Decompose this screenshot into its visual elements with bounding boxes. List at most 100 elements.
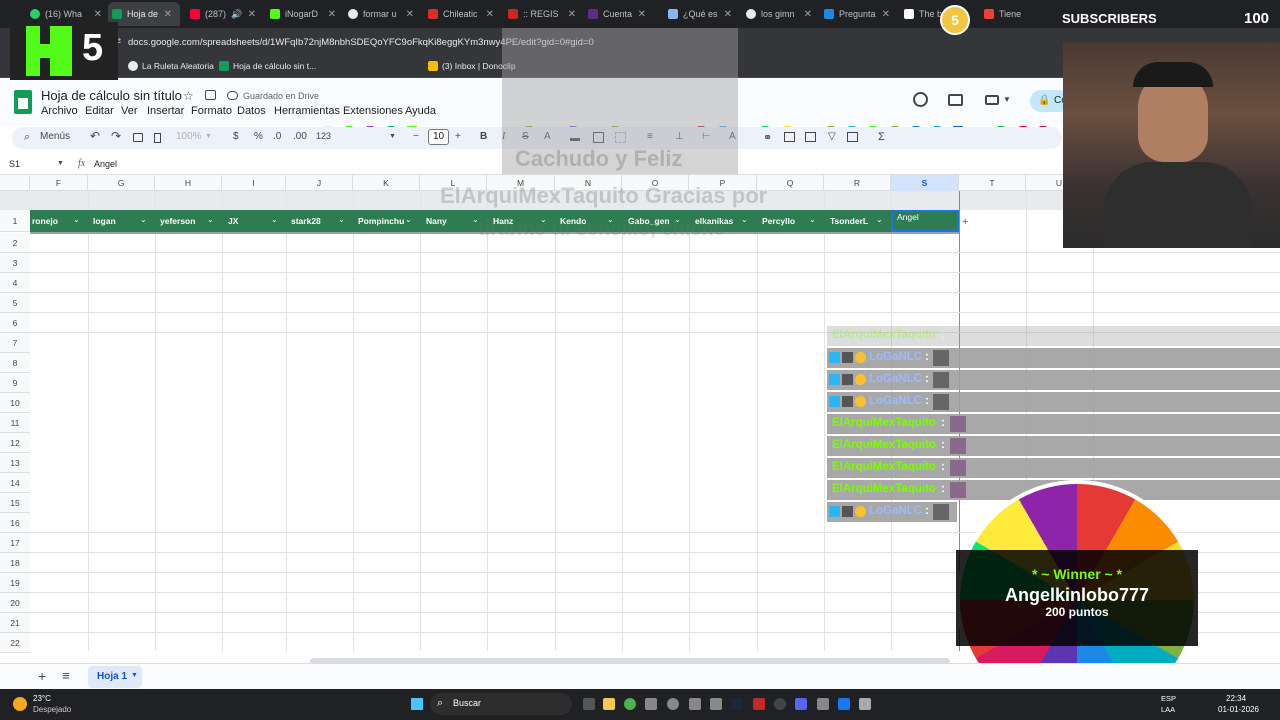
browser-tab[interactable]: :: REGIS ✕ — [508, 4, 580, 24]
close-icon[interactable]: ✕ — [406, 9, 418, 20]
comments-icon[interactable] — [948, 94, 963, 106]
select-all-corner[interactable] — [0, 175, 30, 191]
app-icon[interactable] — [859, 698, 871, 710]
obs-icon[interactable] — [774, 698, 786, 710]
font-size-decrease-button[interactable]: − — [413, 131, 419, 142]
row-header[interactable]: 21 — [0, 613, 30, 633]
row-header[interactable]: 10 — [0, 393, 30, 413]
row-header[interactable]: 11 — [0, 413, 30, 433]
chevron-down-icon[interactable]: ⌄ — [338, 215, 345, 224]
column-header-f[interactable]: F — [30, 175, 88, 191]
browser-tab[interactable]: ¿Qué es ✕ — [668, 4, 736, 24]
menus-search[interactable]: Menús — [40, 131, 70, 142]
increase-decimal-button[interactable]: .00 — [293, 131, 307, 142]
header-cell[interactable]: ronejo — [32, 211, 58, 231]
formula-input[interactable]: Angel — [94, 159, 117, 169]
zoom-select[interactable]: 100% — [176, 131, 202, 142]
move-folder-icon[interactable] — [205, 90, 216, 100]
header-cell[interactable]: TsonderL — [830, 211, 868, 231]
paint-format-icon[interactable] — [154, 133, 161, 143]
close-icon[interactable]: ✕ — [164, 9, 176, 20]
row-header[interactable]: 20 — [0, 593, 30, 613]
filter-views-icon[interactable] — [847, 132, 858, 142]
row-header[interactable]: 4 — [0, 273, 30, 293]
document-title[interactable]: Hoja de cálculo sin título — [41, 88, 182, 103]
task-view-icon[interactable] — [583, 698, 595, 710]
comment-icon[interactable] — [784, 132, 795, 142]
all-sheets-icon[interactable]: ≡ — [62, 668, 70, 683]
chevron-down-icon[interactable]: ⌄ — [405, 215, 412, 224]
chevron-down-icon[interactable]: ⌄ — [271, 215, 278, 224]
link-icon[interactable]: ⚭ — [763, 131, 772, 144]
column-header-k[interactable]: K — [353, 175, 420, 191]
name-box[interactable]: S1 — [9, 159, 20, 169]
horizontal-scrollbar[interactable] — [310, 658, 950, 664]
browser-tab[interactable]: Pregunta ✕ — [824, 4, 894, 24]
menu-ayuda[interactable]: Ayuda — [405, 105, 436, 117]
windows-start-icon[interactable] — [411, 698, 423, 710]
sheets-logo-icon[interactable] — [14, 90, 32, 114]
menu-editar[interactable]: Editar — [85, 105, 114, 117]
chevron-down-icon[interactable]: ▼ — [131, 672, 138, 679]
number-format-button[interactable]: 123 — [316, 131, 331, 141]
app-icon[interactable] — [667, 698, 679, 710]
close-icon[interactable]: ✕ — [638, 9, 650, 20]
chevron-down-icon[interactable]: ▼ — [1003, 95, 1011, 104]
decrease-decimal-button[interactable]: .0 — [273, 131, 281, 142]
browser-tab-active[interactable]: Hoja de ✕ — [108, 2, 180, 26]
close-icon[interactable]: ✕ — [804, 9, 816, 20]
chevron-down-icon[interactable]: ⌄ — [140, 215, 147, 224]
row-header[interactable]: 19 — [0, 573, 30, 593]
row-header[interactable]: 9 — [0, 373, 30, 393]
header-cell[interactable]: Pompinchu — [358, 211, 404, 231]
chevron-down-icon[interactable]: ⌄ — [207, 215, 214, 224]
close-icon[interactable]: ✕ — [568, 9, 580, 20]
redo-icon[interactable]: ↷ — [111, 129, 121, 143]
close-icon[interactable]: ✕ — [94, 9, 106, 20]
weather-icon[interactable] — [13, 697, 27, 711]
menu-herramientas[interactable]: Herramientas — [274, 105, 340, 117]
language-indicator[interactable]: ESP — [1161, 694, 1176, 703]
print-icon[interactable] — [133, 133, 143, 142]
row-header[interactable]: 2 — [0, 233, 30, 253]
taskbar-search[interactable]: ⌕ Buscar — [430, 693, 572, 715]
column-header-j[interactable]: J — [286, 175, 353, 191]
menu-datos[interactable]: Datos — [237, 105, 266, 117]
column-header-i[interactable]: I — [222, 175, 286, 191]
row-header[interactable]: 7 — [0, 333, 30, 353]
bold-button[interactable]: B — [480, 131, 487, 142]
menu-extensiones[interactable]: Extensiones — [343, 105, 403, 117]
app-icon[interactable] — [817, 698, 829, 710]
version-history-icon[interactable] — [913, 92, 928, 107]
row-header[interactable]: 1 — [0, 210, 30, 232]
browser-tab[interactable]: (287) 🔊 ✕ — [190, 4, 260, 24]
meet-icon[interactable] — [985, 95, 999, 105]
app-icon[interactable] — [753, 698, 765, 710]
bookmark-sheet[interactable]: Hoja de cálculo sin t... — [219, 61, 316, 71]
steam-icon[interactable] — [731, 698, 743, 710]
undo-icon[interactable]: ↶ — [90, 129, 100, 143]
menu-insertar[interactable]: Insertar — [147, 105, 184, 117]
header-cell[interactable]: stark28 — [291, 211, 321, 231]
row-header[interactable]: 22 — [0, 633, 30, 653]
menu-ver[interactable]: Ver — [121, 105, 138, 117]
row-header[interactable]: 16 — [0, 513, 30, 533]
row-header[interactable]: 13 — [0, 453, 30, 473]
close-icon[interactable]: ✕ — [486, 9, 498, 20]
row-header[interactable]: 18 — [0, 553, 30, 573]
facebook-icon[interactable] — [838, 698, 850, 710]
chevron-down-icon[interactable]: ⌄ — [876, 215, 883, 224]
browser-tab[interactable]: Tiene — [984, 4, 1048, 24]
close-icon[interactable]: ✕ — [882, 9, 894, 20]
app-icon[interactable] — [710, 698, 722, 710]
header-cell[interactable]: logan — [93, 211, 116, 231]
row-header[interactable]: 6 — [0, 313, 30, 333]
header-cell[interactable]: Percyllo — [762, 211, 795, 231]
column-header-t[interactable]: T — [959, 175, 1026, 191]
functions-icon[interactable]: Σ — [878, 131, 885, 143]
row-header[interactable]: 5 — [0, 293, 30, 313]
search-icon[interactable]: ⌕ — [24, 131, 30, 144]
chevron-down-icon[interactable]: ▼ — [205, 133, 212, 140]
column-header-g[interactable]: G — [88, 175, 155, 191]
filter-icon[interactable]: ▽ — [828, 131, 836, 142]
